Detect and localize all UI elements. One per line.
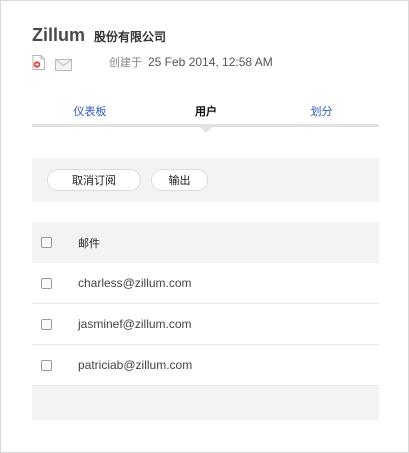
brand-name: Zillum: [32, 25, 85, 45]
select-all-checkbox[interactable]: [41, 237, 52, 248]
meta-row: 创建于 25 Feb 2014, 12:58 AM: [32, 54, 273, 71]
table-header: 邮件: [32, 222, 379, 263]
email-table: 邮件 charless@zillum.com jasminef@zillum.c…: [32, 222, 379, 420]
row-checkbox[interactable]: [41, 359, 52, 371]
tab-users[interactable]: 用户: [148, 96, 264, 126]
main-panel: Zillum 股份有限公司 创建于 25 Feb 2014, 12:58 AM …: [0, 0, 409, 453]
mail-icon[interactable]: [55, 56, 72, 71]
pdf-icon[interactable]: [32, 54, 45, 70]
unsubscribe-button[interactable]: 取消订阅: [47, 169, 141, 191]
tab-split[interactable]: 划分: [264, 96, 379, 126]
title-row: Zillum 股份有限公司: [32, 25, 166, 46]
action-toolbar: 取消订阅 输出: [32, 158, 379, 202]
active-tab-caret: [200, 127, 212, 133]
export-button[interactable]: 输出: [151, 169, 208, 191]
created-label: 创建于: [109, 56, 142, 69]
tab-bar: 仪表板 用户 划分: [32, 96, 379, 133]
row-checkbox[interactable]: [41, 277, 52, 289]
table-row: charless@zillum.com: [32, 263, 379, 304]
tab-dashboard[interactable]: 仪表板: [32, 96, 148, 126]
table-footer: [32, 386, 379, 420]
created-date: 25 Feb 2014, 12:58 AM: [148, 55, 273, 69]
table-row: patriciab@zillum.com: [32, 345, 379, 386]
row-checkbox[interactable]: [41, 318, 52, 330]
row-email: jasminef@zillum.com: [78, 317, 192, 331]
table-row: jasminef@zillum.com: [32, 304, 379, 345]
email-column-header: 邮件: [78, 236, 100, 250]
row-email: patriciab@zillum.com: [78, 358, 193, 372]
row-email: charless@zillum.com: [78, 276, 192, 290]
company-name: 股份有限公司: [94, 30, 167, 44]
